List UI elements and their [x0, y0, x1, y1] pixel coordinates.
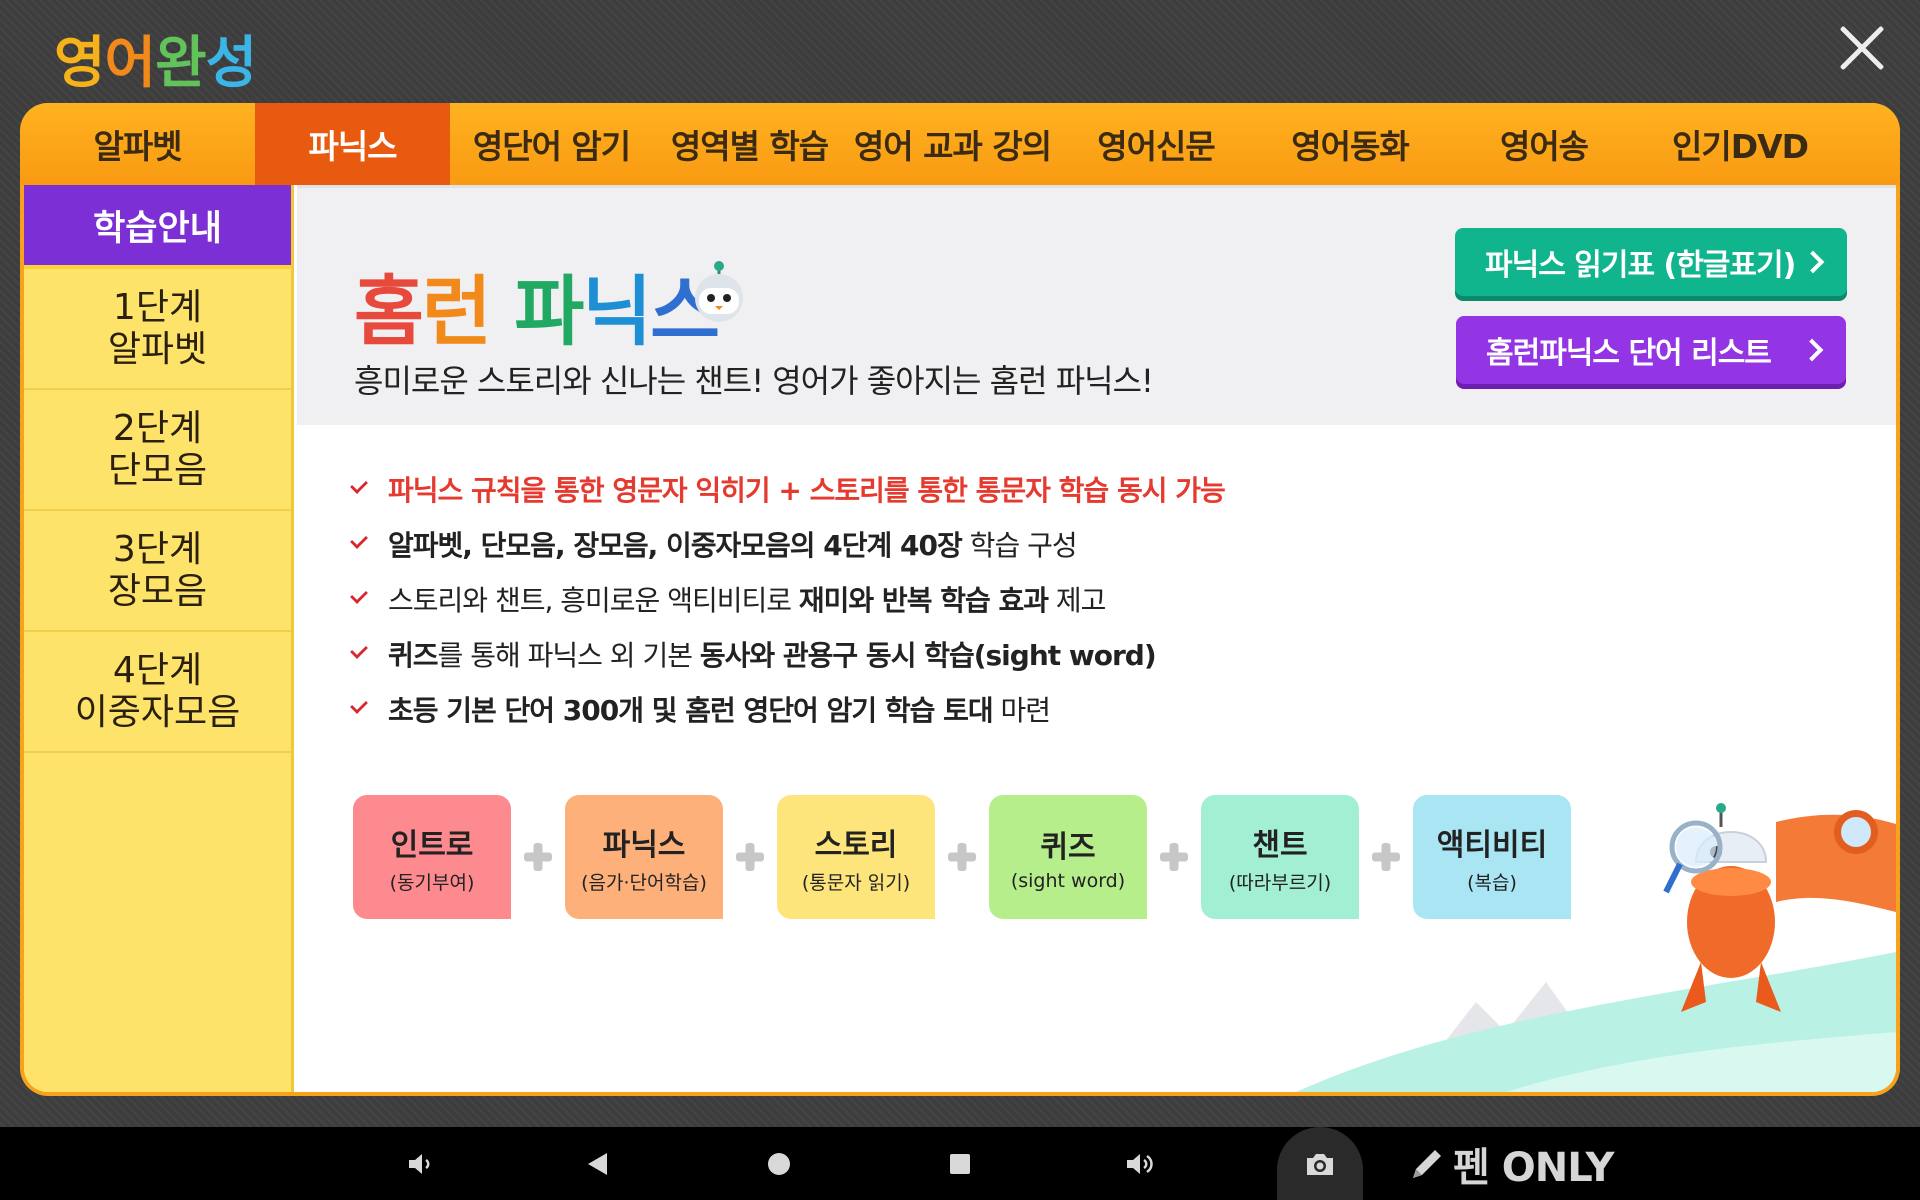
main-content: 홈런 파닉스 흥미로운 스토리와 신나는 챈트! 영어가 좋아지는 홈런 파닉스…	[297, 185, 1896, 1092]
camera-icon[interactable]	[1292, 1127, 1348, 1200]
nav-tab-newspaper[interactable]: 영어신문	[1059, 103, 1253, 185]
check-icon	[350, 530, 368, 549]
plus-icon	[935, 830, 989, 884]
feature-text: 스토리와 챈트, 흥미로운 액티비티로	[388, 583, 799, 617]
logo-char-4: 성	[205, 31, 258, 96]
nav-tab-dvd[interactable]: 인기DVD	[1641, 103, 1839, 185]
sidebar-item-step1[interactable]: 1단계 알파벳	[24, 269, 291, 390]
check-icon	[350, 695, 368, 714]
step-card-sub: (sight word)	[1010, 870, 1126, 892]
volume-down-icon[interactable]	[392, 1127, 448, 1200]
close-icon[interactable]	[1834, 20, 1890, 76]
step-label: 3단계	[112, 528, 203, 570]
app-logo: 영어완성	[54, 18, 258, 99]
system-navigation-bar: 펜 ONLY	[0, 1127, 1920, 1200]
step-card-intro: 인트로 (동기부여)	[353, 795, 511, 919]
feature-text: 를 통해 파닉스 외 기본	[437, 638, 700, 672]
step-topic: 장모음	[107, 570, 208, 612]
sidebar-item-step2[interactable]: 2단계 단모음	[24, 390, 291, 511]
pen-only-toggle[interactable]: 펜 ONLY	[1407, 1127, 1614, 1200]
step-label: 2단계	[112, 407, 203, 449]
feature-item: 스토리와 챈트, 흥미로운 액티비티로 재미와 반복 학습 효과 제고	[350, 571, 1225, 626]
chevron-right-icon	[1800, 338, 1824, 362]
sidebar-item-step3[interactable]: 3단계 장모음	[24, 511, 291, 632]
top-nav: 알파벳 파닉스 영단어 암기 영역별 학습 영어 교과 강의 영어신문 영어동화…	[20, 103, 1900, 185]
page-title: 홈런 파닉스	[354, 250, 720, 360]
title-char: 런	[421, 267, 492, 356]
step-card-sub: (음가·단어학습)	[581, 871, 707, 894]
plus-icon	[511, 830, 565, 884]
step-card-phonics: 파닉스 (음가·단어학습)	[565, 795, 723, 919]
volume-up-icon[interactable]	[1112, 1127, 1168, 1200]
feature-text-bold: 알파벳, 단모음, 장모음, 이중자모음의 4단계 40장	[388, 528, 963, 562]
back-icon[interactable]	[570, 1127, 626, 1200]
feature-text: 제고	[1048, 583, 1107, 617]
feature-text-bold: 초등 기본 단어 300개 및 홈런 영단어 암기 학습 토대	[388, 693, 994, 727]
sidebar: 학습안내 1단계 알파벳 2단계 단모음 3단계 장모음 4단계 이중자모음	[24, 185, 294, 1092]
feature-item: 퀴즈 를 통해 파닉스 외 기본 동사와 관용구 동시 학습(sight word…	[350, 626, 1225, 681]
recent-apps-icon[interactable]	[932, 1127, 988, 1200]
nav-tab-songs[interactable]: 영어송	[1447, 103, 1641, 185]
step-label: 4단계	[112, 649, 203, 691]
check-icon	[350, 475, 368, 494]
nav-tab-lectures[interactable]: 영어 교과 강의	[846, 103, 1059, 185]
logo-char-3: 완	[155, 31, 207, 96]
phonics-chart-button[interactable]: 파닉스 읽기표 (한글표기)	[1455, 228, 1847, 296]
feature-item: 파닉스 규칙을 통한 영문자 익히기 + 스토리를 통한 통문자 학습 동시 가…	[350, 461, 1226, 516]
button-label: 홈런파닉스 단어 리스트	[1486, 336, 1772, 371]
robot-mascot-icon	[695, 261, 743, 322]
word-list-button[interactable]: 홈런파닉스 단어 리스트	[1456, 316, 1846, 384]
step-card-title: 퀴즈	[1040, 830, 1096, 865]
banner-subtitle: 흥미로운 스토리와 신나는 챈트! 영어가 좋아지는 홈런 파닉스!	[354, 362, 1154, 400]
step-topic: 알파벳	[107, 328, 208, 370]
plus-icon	[723, 830, 777, 884]
pencil-icon	[1413, 1149, 1441, 1178]
feature-item: 초등 기본 단어 300개 및 홈런 영단어 암기 학습 토대 마련	[350, 681, 1225, 736]
step-card-quiz: 퀴즈 (sight word)	[989, 795, 1147, 919]
feature-text-bold: 재미와 반복 학습 효과	[798, 583, 1049, 617]
pen-only-label: 펜 ONLY	[1453, 1144, 1614, 1191]
main-window: 알파벳 파닉스 영단어 암기 영역별 학습 영어 교과 강의 영어신문 영어동화…	[20, 103, 1900, 1096]
nav-tab-stories[interactable]: 영어동화	[1253, 103, 1447, 185]
content-panel: 학습안내 1단계 알파벳 2단계 단모음 3단계 장모음 4단계 이중자모음 홈…	[24, 185, 1896, 1092]
sidebar-item-guide[interactable]: 학습안내	[24, 185, 291, 269]
sidebar-item-step4[interactable]: 4단계 이중자모음	[24, 632, 291, 753]
feature-text-bold: 퀴즈	[388, 638, 439, 672]
nav-tab-alphabet[interactable]: 알파벳	[20, 103, 255, 185]
step-card-title: 파닉스	[602, 827, 686, 863]
mascot-illustration	[1296, 803, 1896, 1092]
chevron-right-icon	[1801, 250, 1825, 274]
step-label: 1단계	[112, 286, 203, 328]
feature-list: 파닉스 규칙을 통한 영문자 익히기 + 스토리를 통한 통문자 학습 동시 가…	[350, 461, 1226, 736]
logo-char-2: 어	[104, 31, 157, 96]
nav-tab-area-study[interactable]: 영역별 학습	[653, 103, 846, 185]
title-char: 파	[514, 267, 584, 356]
check-icon	[350, 640, 368, 659]
nav-tab-vocabulary[interactable]: 영단어 암기	[450, 103, 653, 185]
nav-tab-phonics[interactable]: 파닉스	[255, 103, 450, 185]
banner: 홈런 파닉스 흥미로운 스토리와 신나는 챈트! 영어가 좋아지는 홈런 파닉스…	[297, 185, 1896, 425]
feature-item: 알파벳, 단모음, 장모음, 이중자모음의 4단계 40장 학습 구성	[350, 516, 1225, 571]
step-topic: 단모음	[107, 449, 208, 491]
step-card-sub: (통문자 읽기)	[801, 871, 911, 894]
feature-text-bold: 동사와 관용구 동시 학습(sight word)	[699, 638, 1157, 672]
button-label: 파닉스 읽기표 (한글표기)	[1485, 248, 1796, 283]
step-card-sub: (동기부여)	[389, 871, 475, 894]
title-char: 홈	[354, 267, 424, 356]
step-card-title: 인트로	[390, 827, 474, 863]
title-char: 닉	[582, 267, 652, 356]
feature-text: 파닉스 규칙을 통한 영문자 익히기 + 스토리를 통한 통문자 학습 동시 가…	[388, 473, 1226, 507]
check-icon	[350, 585, 368, 604]
step-card-story: 스토리 (통문자 읽기)	[777, 795, 935, 919]
step-card-title: 스토리	[814, 827, 898, 863]
home-icon[interactable]	[751, 1127, 807, 1200]
feature-text: 마련	[992, 693, 1052, 727]
step-topic: 이중자모음	[74, 691, 241, 733]
logo-char-1: 영	[54, 31, 106, 96]
feature-text: 학습 구성	[961, 528, 1078, 562]
